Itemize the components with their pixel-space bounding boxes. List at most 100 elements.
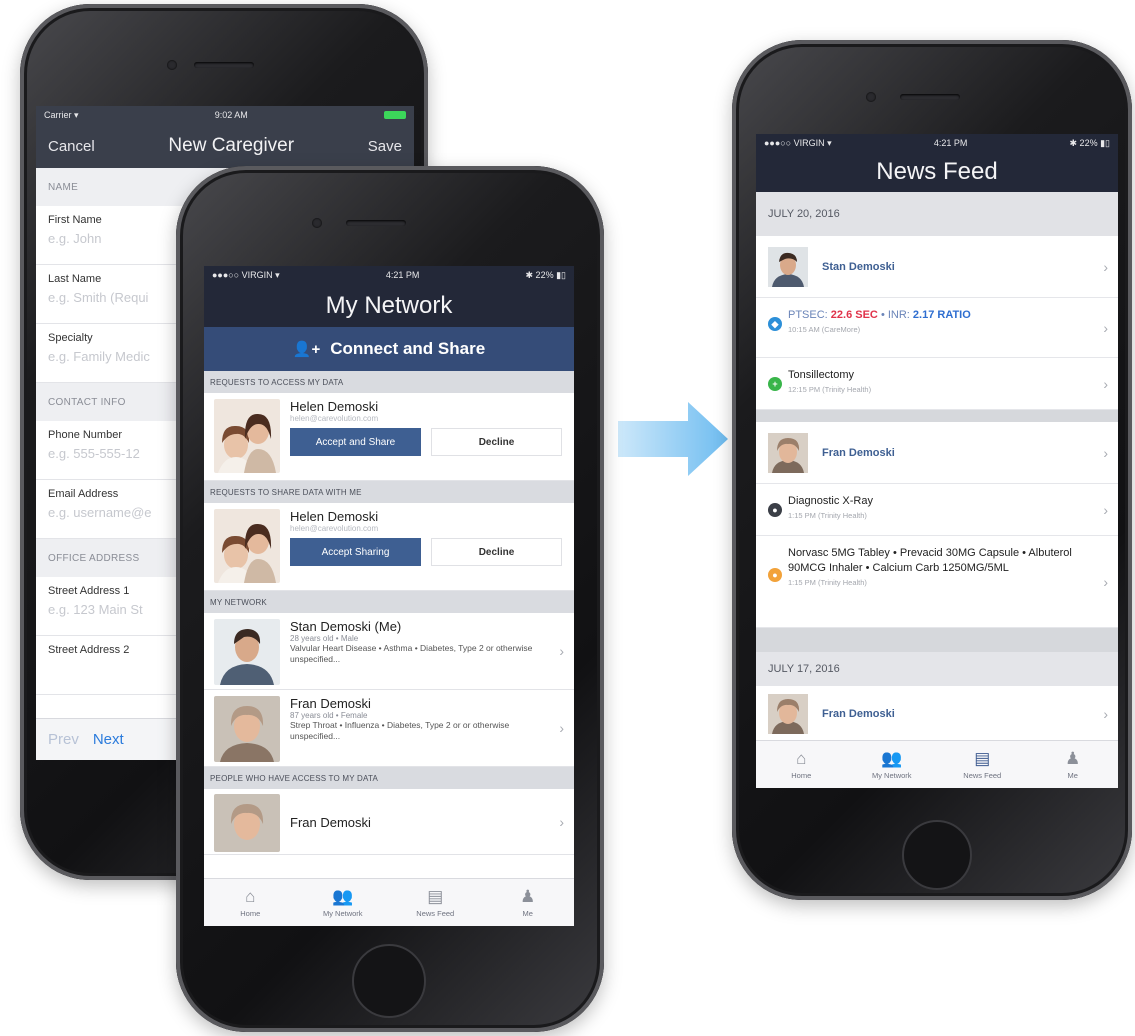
tab-bar: ⌂ Home 👥 My Network ▤ News Feed ♟ Me [204,878,574,926]
battery-icon: ✱ 22% ▮▯ [525,269,566,280]
feed-xray[interactable]: ● Diagnostic X-Ray 1:15 PM (Trinity Heal… [756,484,1118,536]
feed-lab-result[interactable]: ◆ PTSEC: 22.6 SEC • INR: 2.17 RATIO 10:1… [756,298,1118,358]
front-camera [312,218,322,228]
feed-person-row[interactable]: Stan Demoski › [756,236,1118,298]
add-person-icon: 👤+ [292,341,321,358]
chevron-right-icon: › [1103,258,1108,275]
member-demographics: 28 years old • Male [290,634,359,643]
decline-button[interactable]: Decline [431,538,562,566]
carrier-label: Carrier ▾ [44,109,79,120]
network-member-row[interactable]: Stan Demoski (Me) 28 years old • Male Va… [204,613,574,690]
home-icon: ⌂ [796,748,807,768]
next-button[interactable]: Next [93,731,124,748]
date-header: JULY 20, 2016 [756,192,1118,236]
save-button[interactable]: Save [368,138,402,155]
home-hardware-button[interactable] [902,820,972,890]
section-header-people-access: PEOPLE WHO HAVE ACCESS TO MY DATA [204,767,574,789]
tab-news-feed[interactable]: ▤ News Feed [937,741,1028,788]
chevron-right-icon: › [1103,319,1108,336]
tab-me[interactable]: ♟ Me [482,879,575,926]
status-bar: Carrier ▾ 9:02 AM [36,106,414,124]
tab-label: Me [522,908,533,918]
medications-text: Norvasc 5MG Tabley • Prevacid 30MG Capsu… [788,547,1072,574]
battery-icon [384,111,406,119]
section-divider [756,410,1118,422]
person-name: Stan Demoski [822,260,895,273]
chevron-right-icon: › [1103,375,1108,392]
tab-me[interactable]: ♟ Me [1028,741,1119,788]
people-icon: 👥 [881,748,903,768]
status-bar: ●●●○○ VIRGIN ▾ 4:21 PM ✱ 22% ▮▯ [204,266,574,284]
earpiece-speaker [346,220,406,226]
network-member-row[interactable]: Fran Demoski 87 years old • Female Strep… [204,690,574,767]
lab-result-text: PTSEC: 22.6 SEC • INR: 2.17 RATIO [788,308,971,323]
requester-email: helen@carevolution.com [290,414,379,423]
cancel-button[interactable]: Cancel [48,138,95,155]
caregiver-top-bar: Carrier ▾ 9:02 AM Cancel New Caregiver S… [36,106,414,168]
lab-separator: • INR: [877,309,913,321]
status-bar: ●●●○○ VIRGIN ▾ 4:21 PM ✱ 22% ▮▯ [756,134,1118,152]
tab-my-network[interactable]: 👥 My Network [847,741,938,788]
section-header-requests-share: REQUESTS TO SHARE DATA WITH ME [204,481,574,503]
person-name: Fran Demoski [822,707,895,720]
clock: 4:21 PM [933,138,968,148]
lab-ratio-value: 2.17 RATIO [912,309,971,321]
earpiece-speaker [900,94,960,100]
procedure-plus-icon: + [768,377,782,391]
member-conditions: Strep Throat • Influenza • Diabetes, Typ… [290,720,510,741]
people-icon: 👥 [332,886,354,906]
connect-and-share-button[interactable]: 👤+ Connect and Share [204,327,574,371]
feed-person-row[interactable]: Fran Demoski › [756,422,1118,484]
tab-my-network[interactable]: 👥 My Network [297,879,390,926]
chevron-right-icon: › [1103,444,1108,461]
member-name: Fran Demoski [290,696,371,711]
tab-home[interactable]: ⌂ Home [756,741,847,788]
share-request-row: Helen Demoski helen@carevolution.com Acc… [204,503,574,591]
tab-news-feed[interactable]: ▤ News Feed [389,879,482,926]
chevron-right-icon: › [1103,705,1108,722]
feed-item-time: 10:15 AM (CareMore) [788,325,861,334]
chevron-right-icon: › [1103,501,1108,518]
transition-arrow-icon [618,402,728,476]
section-header-my-network: MY NETWORK [204,591,574,613]
avatar [214,793,280,852]
page-title: New Caregiver [168,135,295,156]
clock: 4:21 PM [385,270,420,280]
requester-name: Helen Demoski [290,399,379,414]
person-icon: ♟ [1065,748,1081,768]
chevron-right-icon: › [559,643,564,659]
member-name: Stan Demoski (Me) [290,619,402,634]
access-person-row[interactable]: Fran Demoski › [204,789,574,855]
tab-label: News Feed [416,908,455,918]
avatar [214,399,280,473]
newspaper-icon: ▤ [974,748,991,768]
decline-button[interactable]: Decline [431,428,562,456]
tab-label: Home [240,908,261,918]
home-hardware-button[interactable] [352,944,426,1018]
feed-procedure[interactable]: + Tonsillectomy 12:15 PM (Trinity Health… [756,358,1118,410]
news-feed-screen: ●●●○○ VIRGIN ▾ 4:21 PM ✱ 22% ▮▯ News Fee… [756,134,1118,788]
accept-and-share-button[interactable]: Accept and Share [290,428,421,456]
page-title: News Feed [876,158,998,185]
chevron-right-icon: › [1103,573,1108,590]
lab-icon: ◆ [768,317,782,331]
medication-icon: ● [768,568,782,582]
tab-home[interactable]: ⌂ Home [204,879,297,926]
accept-sharing-button[interactable]: Accept Sharing [290,538,421,566]
front-camera [167,60,177,70]
prev-button[interactable]: Prev [48,731,79,748]
my-network-top-bar: ●●●○○ VIRGIN ▾ 4:21 PM ✱ 22% ▮▯ My Netwo… [204,266,574,327]
front-camera [866,92,876,102]
feed-item-time: 1:15 PM (Trinity Health) [788,511,867,520]
person-name: Fran Demoski [822,446,895,459]
feed-medications[interactable]: ● Norvasc 5MG Tabley • Prevacid 30MG Cap… [756,536,1118,628]
requester-email: helen@carevolution.com [290,524,379,533]
earpiece-speaker [194,62,254,68]
person-icon: ♟ [520,886,536,906]
home-icon: ⌂ [245,886,256,906]
tab-bar: ⌂ Home 👥 My Network ▤ News Feed ♟ Me [756,740,1118,788]
chevron-right-icon: › [559,813,564,830]
feed-person-row[interactable]: Fran Demoski › [756,686,1118,742]
tab-label: News Feed [963,770,1002,780]
xray-title: Diagnostic X-Ray [788,495,873,507]
